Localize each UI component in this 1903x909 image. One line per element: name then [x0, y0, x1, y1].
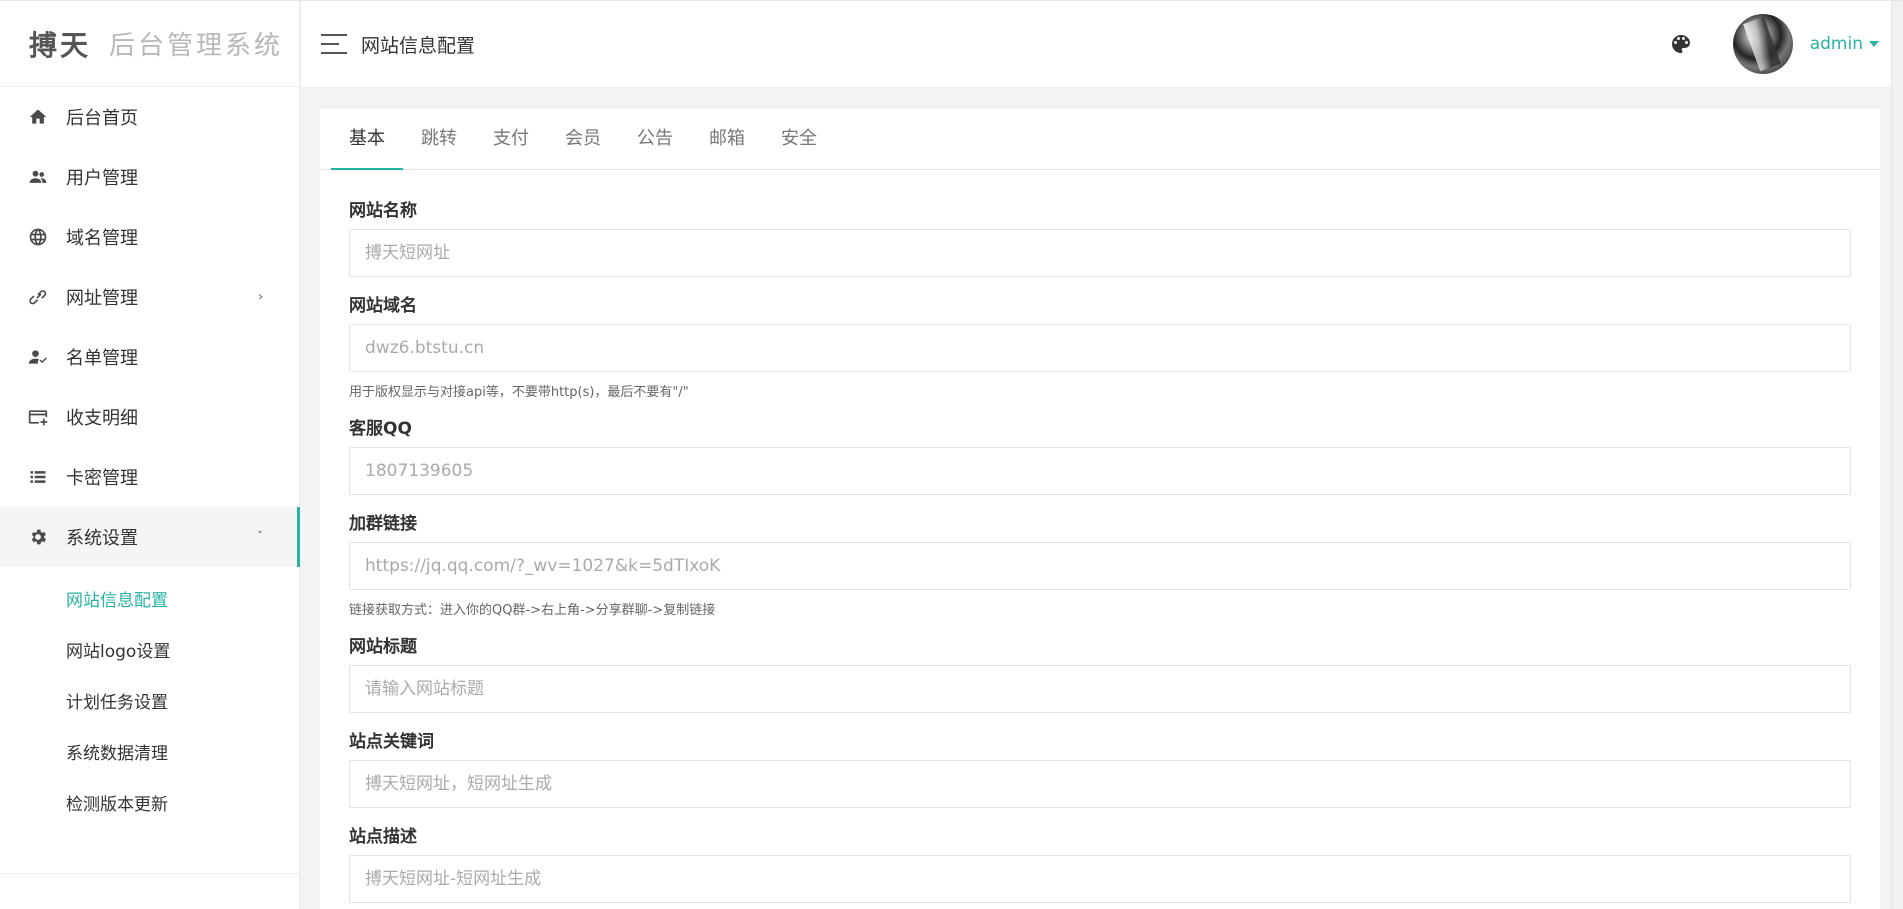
group-link-input[interactable]: [349, 542, 1851, 590]
link-icon: [28, 287, 48, 307]
submenu-cleanup[interactable]: 系统数据清理: [0, 726, 299, 777]
field-group-link: 加群链接 链接获取方式：进入你的QQ群->右上角->分享群聊->复制链接: [349, 509, 1851, 618]
sidebar-item-urls[interactable]: 网址管理 ›: [0, 267, 299, 327]
tab-redirect[interactable]: 跳转: [403, 108, 475, 169]
keywords-label: 站点关键词: [349, 732, 434, 752]
site-title-label: 网站标题: [349, 637, 417, 657]
user-name: admin: [1809, 34, 1863, 54]
tab-payment[interactable]: 支付: [475, 108, 547, 169]
sidebar-item-label: 用户管理: [66, 168, 138, 189]
sidebar-item-lists[interactable]: 名单管理: [0, 327, 299, 387]
sidebar-item-billing[interactable]: 收支明细: [0, 387, 299, 447]
home-icon: [28, 107, 48, 127]
user-menu[interactable]: admin: [1810, 34, 1879, 54]
palette-icon[interactable]: [1669, 32, 1693, 56]
list-icon: [28, 467, 48, 487]
site-title-input[interactable]: [349, 665, 1851, 713]
sidebar-item-label: 网址管理: [66, 288, 138, 309]
field-site-name: 网站名称: [349, 196, 1851, 277]
chevron-right-icon: ›: [258, 289, 263, 304]
sidebar-item-label: 收支明细: [66, 408, 138, 429]
service-qq-input[interactable]: [349, 447, 1851, 495]
description-label: 站点描述: [349, 827, 417, 847]
page-scrollbar[interactable]: [1891, 1, 1903, 909]
sidebar-item-home[interactable]: 后台首页: [0, 87, 299, 147]
tab-email[interactable]: 邮箱: [691, 108, 763, 169]
submenu-site-info[interactable]: 网站信息配置: [0, 573, 299, 624]
field-description: 站点描述: [349, 822, 1851, 903]
group-link-label: 加群链接: [349, 514, 417, 534]
app-root: 搏天 后台管理系统 后台首页 用户管理 域名管理 网址管理 › 名单管理 收支明…: [0, 0, 1903, 909]
service-qq-label: 客服QQ: [349, 419, 412, 439]
brand-logo: 搏天: [29, 28, 92, 62]
site-name-label: 网站名称: [349, 201, 417, 221]
settings-card: 基本 跳转 支付 会员 公告 邮箱 安全 网站名称 网站域名 用于版权显示与对接…: [320, 107, 1880, 909]
user-check-icon: [28, 347, 48, 367]
submenu-logo[interactable]: 网站logo设置: [0, 624, 299, 675]
sidebar-item-cards[interactable]: 卡密管理: [0, 447, 299, 507]
submenu-update[interactable]: 检测版本更新: [0, 777, 299, 828]
chevron-down-icon: ˇ: [257, 529, 263, 544]
brand-subtitle: 后台管理系统: [109, 31, 284, 61]
globe-icon: [28, 227, 48, 247]
site-info-form: 网站名称 网站域名 用于版权显示与对接api等，不要带http(s)，最后不要有…: [320, 170, 1880, 903]
sidebar-item-label: 系统设置: [66, 528, 138, 549]
divider: [0, 873, 299, 874]
submenu-cron[interactable]: 计划任务设置: [0, 675, 299, 726]
field-site-title: 网站标题: [349, 632, 1851, 713]
users-icon: [28, 167, 48, 187]
sidebar-item-label: 卡密管理: [66, 468, 138, 489]
card-icon: [28, 407, 48, 427]
sidebar-item-domains[interactable]: 域名管理: [0, 207, 299, 267]
sidebar-nav: 后台首页 用户管理 域名管理 网址管理 › 名单管理 收支明细 卡密管理 系统设…: [0, 87, 300, 567]
tab-member[interactable]: 会员: [547, 108, 619, 169]
settings-tabs: 基本 跳转 支付 会员 公告 邮箱 安全: [320, 108, 1880, 170]
avatar[interactable]: [1732, 14, 1793, 74]
header-actions: admin: [1669, 14, 1903, 74]
site-domain-hint: 用于版权显示与对接api等，不要带http(s)，最后不要有"/": [349, 385, 689, 400]
sidebar-item-settings[interactable]: 系统设置 ˇ: [0, 507, 300, 567]
top-header: 网站信息配置 admin: [301, 1, 1903, 88]
settings-submenu: 网站信息配置 网站logo设置 计划任务设置 系统数据清理 检测版本更新: [0, 567, 299, 828]
group-link-hint: 链接获取方式：进入你的QQ群->右上角->分享群聊->复制链接: [349, 603, 716, 618]
description-input[interactable]: [349, 855, 1851, 903]
site-name-input[interactable]: [349, 229, 1851, 277]
sidebar-item-users[interactable]: 用户管理: [0, 147, 299, 207]
menu-toggle-icon[interactable]: [321, 34, 347, 54]
brand[interactable]: 搏天 后台管理系统: [0, 1, 299, 87]
gear-icon: [28, 527, 48, 547]
page-title: 网站信息配置: [361, 34, 476, 57]
tab-notice[interactable]: 公告: [619, 108, 691, 169]
field-keywords: 站点关键词: [349, 727, 1851, 808]
caret-down-icon: [1869, 41, 1879, 47]
site-domain-input[interactable]: [349, 324, 1851, 372]
tab-security[interactable]: 安全: [763, 108, 835, 169]
sidebar-item-label: 名单管理: [66, 348, 138, 369]
sidebar: 搏天 后台管理系统 后台首页 用户管理 域名管理 网址管理 › 名单管理 收支明…: [0, 1, 300, 909]
sidebar-item-label: 域名管理: [66, 228, 138, 249]
field-service-qq: 客服QQ: [349, 414, 1851, 495]
site-domain-label: 网站域名: [349, 296, 417, 316]
tab-basic[interactable]: 基本: [331, 108, 403, 170]
keywords-input[interactable]: [349, 760, 1851, 808]
sidebar-item-label: 后台首页: [66, 108, 138, 129]
field-site-domain: 网站域名 用于版权显示与对接api等，不要带http(s)，最后不要有"/": [349, 291, 1851, 400]
